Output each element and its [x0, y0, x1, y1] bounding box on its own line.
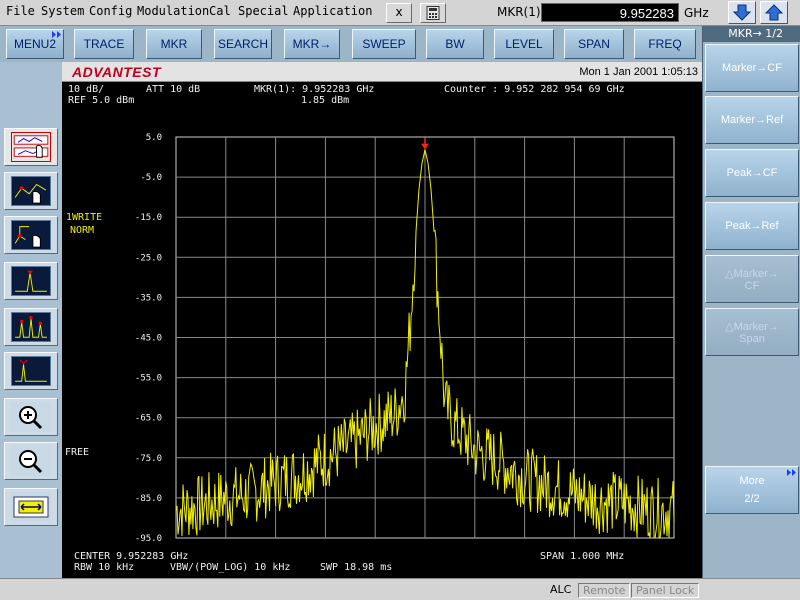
y-tick-label: -85.0 — [135, 494, 162, 504]
alc-indicator: ALC — [550, 583, 572, 596]
panel-lock-indicator: Panel Lock — [631, 583, 700, 598]
softkey-bw[interactable]: BW — [426, 29, 484, 59]
softkey-trace[interactable]: TRACE — [74, 29, 134, 59]
softkey-marker-to-cf[interactable]: Marker→CF — [705, 44, 799, 92]
trace-display-icon — [11, 132, 51, 162]
softkey-sweep[interactable]: SWEEP — [352, 29, 416, 59]
y-tick-label: -55.0 — [135, 374, 162, 384]
menu-modulation[interactable]: Modulation — [137, 4, 209, 18]
menu-config[interactable]: Config — [89, 4, 132, 18]
softkey-mkr[interactable]: MKR — [146, 29, 202, 59]
softkey-freq[interactable]: FREQ — [634, 29, 696, 59]
softkey-mkr-arrow[interactable]: MKR→ — [284, 29, 340, 59]
y-tick-label: -15.0 — [135, 213, 162, 223]
rbw-label: RBW 10 kHz — [74, 562, 135, 573]
y-tick-label: -25.0 — [135, 253, 162, 263]
softkey-more-label: More — [739, 475, 765, 487]
softkey-span[interactable]: SPAN — [564, 29, 624, 59]
y-tick-label: -5.0 — [140, 173, 162, 183]
marker-drag-icon — [11, 220, 51, 250]
double-chevron-icon — [787, 469, 796, 476]
status-bar: ALC Remote Panel Lock — [0, 578, 800, 600]
right-softkey-panel: MKR→ 1/2 Marker→CF Marker→Ref Peak→CF Pe… — [702, 26, 800, 578]
y-tick-label: -35.0 — [135, 293, 162, 303]
softkey-menu2[interactable]: MENU2 — [6, 29, 64, 59]
multi-peak-icon — [11, 312, 51, 342]
softkey-delta-marker-to-span[interactable]: △Marker→ Span — [705, 308, 799, 356]
softkey-search[interactable]: SEARCH — [214, 29, 272, 59]
tool-marker-drag[interactable] — [4, 216, 58, 254]
marker-readout-label: MKR(1): — [497, 5, 545, 19]
zoom-out-icon — [11, 446, 51, 476]
softkey-peak-to-ref[interactable]: Peak→Ref — [705, 202, 799, 250]
arrow-up-icon — [764, 4, 784, 21]
tool-marker-move[interactable] — [4, 172, 58, 210]
step-up-button[interactable] — [760, 1, 788, 24]
step-down-button[interactable] — [728, 1, 756, 24]
tool-multi-peak[interactable] — [4, 308, 58, 346]
tool-peak-search[interactable] — [4, 262, 58, 300]
calculator-icon — [426, 6, 440, 20]
softkey-menu2-label: MENU2 — [13, 37, 56, 51]
softkey-more[interactable]: More 2/2 — [705, 466, 799, 514]
calculator-button[interactable] — [420, 3, 446, 23]
arrow-down-icon — [732, 4, 752, 21]
menu-special[interactable]: Special — [238, 4, 289, 18]
softkey-peak-to-cf[interactable]: Peak→CF — [705, 149, 799, 197]
y-tick-label: -65.0 — [135, 414, 162, 424]
menu-cal[interactable]: Cal — [209, 4, 231, 18]
tool-zoom-in[interactable] — [4, 398, 58, 436]
spectrum-plot[interactable]: 5.0 -5.0 -15.0 -25.0 -35.0 -45.0 -55.0 -65.0 -75… — [62, 62, 702, 578]
softkey-more-page: 2/2 — [744, 493, 760, 505]
menu-file[interactable]: File — [6, 4, 35, 18]
center-frequency-label: CENTER 9.952283 GHz — [74, 551, 189, 562]
y-tick-label: 5.0 — [146, 133, 162, 143]
softkey-marker-to-ref[interactable]: Marker→Ref — [705, 96, 799, 144]
span-label: SPAN 1.000 MHz — [540, 551, 625, 562]
signal-track-icon — [11, 356, 51, 386]
menu-system[interactable]: System — [41, 4, 84, 18]
softkey-menu-title: MKR→ 1/2 — [703, 26, 800, 42]
tool-signal-track[interactable] — [4, 352, 58, 390]
vbw-label: VBW/(POW_LOG) 10 kHz — [170, 562, 291, 573]
y-tick-label: -75.0 — [135, 454, 162, 464]
sweep-time-label: SWP 18.98 ms — [320, 562, 393, 573]
span-expand-icon — [11, 492, 51, 522]
marker-move-icon — [11, 176, 51, 206]
marker-readout-value[interactable]: 9.952283 — [541, 3, 679, 22]
double-chevron-icon — [52, 31, 61, 38]
zoom-in-icon — [11, 402, 51, 432]
left-toolbar — [0, 62, 62, 578]
remote-indicator: Remote — [578, 583, 631, 598]
menu-bar: File System Config Modulation Cal Specia… — [0, 0, 800, 26]
marker-readout-unit: GHz — [684, 6, 709, 20]
close-button[interactable]: x — [386, 3, 412, 23]
softkey-row: MENU2 TRACE MKR SEARCH MKR→ SWEEP BW LEV… — [0, 26, 702, 62]
y-tick-label: -45.0 — [135, 334, 162, 344]
menu-application[interactable]: Application — [293, 4, 372, 18]
spectrum-display: ADVANTEST Mon 1 Jan 2001 1:05:13 10 dB/ … — [62, 62, 702, 578]
tool-trace-display[interactable] — [4, 128, 58, 166]
y-tick-label: -95.0 — [135, 534, 162, 544]
softkey-level[interactable]: LEVEL — [494, 29, 554, 59]
tool-zoom-out[interactable] — [4, 442, 58, 480]
tool-span-expand[interactable] — [4, 488, 58, 526]
softkey-delta-marker-to-cf[interactable]: △Marker→ CF — [705, 255, 799, 303]
peak-search-icon — [11, 266, 51, 296]
